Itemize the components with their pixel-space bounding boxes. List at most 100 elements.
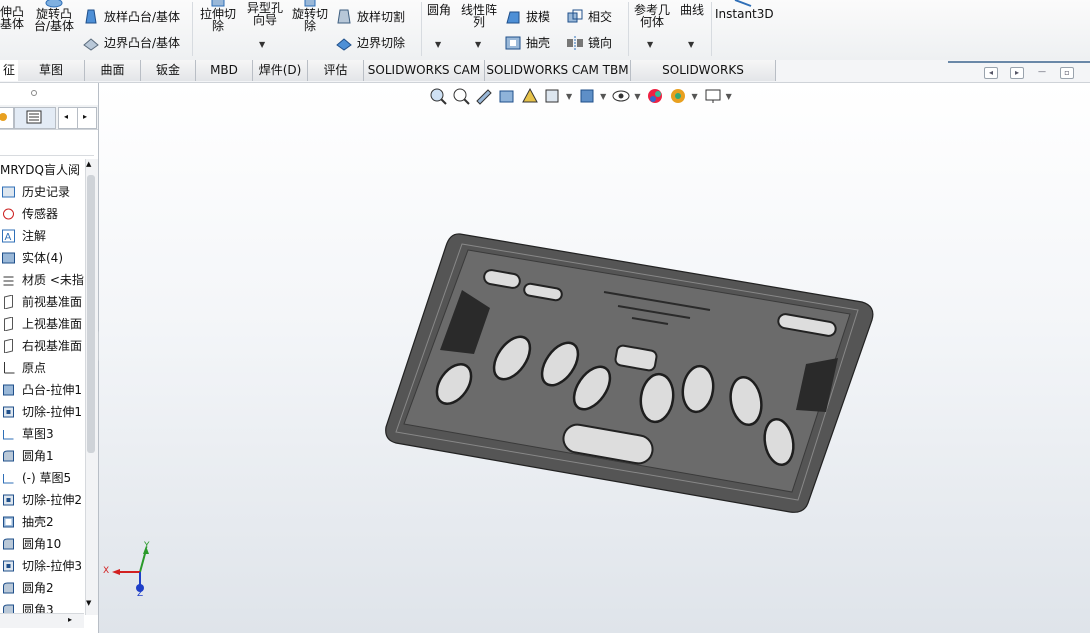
tab-features[interactable]: 征 <box>0 60 19 81</box>
tree-item-label: 草图3 <box>22 427 54 441</box>
ribbon-separator <box>711 2 712 56</box>
part-model[interactable] <box>99 83 1090 633</box>
tree-item[interactable]: 前视基准面 <box>0 291 84 313</box>
tree-item-label: 圆角1 <box>22 449 54 463</box>
apply-scene-dropdown-icon[interactable]: ▼ <box>691 92 697 101</box>
panel-splitter-dot-icon[interactable] <box>30 89 38 97</box>
lofted-cut-icon <box>337 9 351 23</box>
tab-sheet-metal[interactable]: 钣金 <box>141 60 196 81</box>
tree-item-label: (-) 草图5 <box>22 471 72 485</box>
shell-button[interactable]: 抽壳 <box>504 34 550 51</box>
revolved-boss-button[interactable]: 旋转凸 台/基体 <box>31 0 77 32</box>
tree-item[interactable]: 切除-拉伸3 <box>0 555 84 577</box>
tree-item-label: 圆角2 <box>22 581 54 595</box>
tree-item[interactable]: A 注解 <box>0 225 84 247</box>
feature-manager-tab[interactable] <box>0 107 14 129</box>
ribbon-separator <box>192 2 193 56</box>
hole-wizard-button[interactable]: 异型孔 向导 <box>243 2 287 26</box>
tree-horizontal-scrollbar[interactable]: ▸ <box>0 613 84 628</box>
tab-sketch[interactable]: 草图 <box>18 60 85 81</box>
graphics-area[interactable] <box>99 83 1090 633</box>
tree-item-label: 凸台-拉伸1 <box>22 383 82 397</box>
hide-show-dropdown-icon[interactable]: ▼ <box>634 92 640 101</box>
display-style-icon[interactable] <box>577 87 597 105</box>
draft-button[interactable]: 拔模 <box>504 8 550 25</box>
zoom-to-area-icon[interactable] <box>451 87 471 105</box>
previous-view-icon[interactable] <box>474 87 494 105</box>
tree-item[interactable]: 上视基准面 <box>0 313 84 335</box>
tab-solidworks-inspection[interactable]: SOLIDWORKS Inspection <box>631 60 776 98</box>
next-window-button[interactable]: ▸ <box>1010 67 1024 79</box>
sketch-icon <box>3 474 14 484</box>
tree-item[interactable]: 切除-拉伸1 <box>0 401 84 423</box>
boundary-boss-button[interactable]: 边界凸台/基体 <box>82 34 180 51</box>
sketch-icon <box>3 430 14 440</box>
reference-geometry-button[interactable]: 参考几 何体 <box>630 4 674 28</box>
linear-pattern-button[interactable]: 线性阵 列 <box>457 4 501 28</box>
lofted-cut-button[interactable]: 放样切割 <box>335 8 405 25</box>
tree-item[interactable]: 原点 <box>0 357 84 379</box>
tree-item[interactable]: 抽壳2 <box>0 511 84 533</box>
tree-item[interactable]: 切除-拉伸2 <box>0 489 84 511</box>
scroll-up-icon[interactable]: ▲ <box>86 160 91 168</box>
fillet-icon <box>3 538 14 550</box>
minimize-button[interactable]: — <box>1036 67 1048 77</box>
restore-button[interactable]: ▫ <box>1060 67 1074 79</box>
tree-item[interactable]: 实体(4) <box>0 247 84 269</box>
draft-icon <box>506 11 520 23</box>
tab-mbd[interactable]: MBD <box>196 60 253 81</box>
view-orientation-dropdown-icon[interactable]: ▼ <box>566 92 572 101</box>
tree-scroll-thumb[interactable] <box>87 175 95 453</box>
tab-solidworks-cam[interactable]: SOLIDWORKS CAM <box>364 60 485 81</box>
edit-appearance-icon[interactable] <box>645 87 665 105</box>
property-manager-tab[interactable] <box>14 107 56 129</box>
tree-item[interactable]: 圆角2 <box>0 577 84 599</box>
tree-item[interactable]: 圆角1 <box>0 445 84 467</box>
reference-geometry-dropdown-icon[interactable]: ▼ <box>647 40 653 49</box>
extruded-cut-button[interactable]: 拉伸切 除 <box>196 0 240 32</box>
boundary-cut-button[interactable]: 边界切除 <box>335 34 405 51</box>
curves-button[interactable]: 曲线 <box>677 4 707 16</box>
view-settings-icon[interactable] <box>703 87 723 105</box>
tree-item[interactable]: (-) 草图5 <box>0 467 84 489</box>
extruded-boss-button[interactable]: 伸凸 基体 <box>0 6 26 30</box>
tree-root[interactable]: MRYDQ盲人阅 <box>0 159 84 181</box>
tree-item[interactable]: 草图3 <box>0 423 84 445</box>
hide-show-items-icon[interactable] <box>611 87 631 105</box>
apply-scene-icon[interactable] <box>668 87 688 105</box>
filter-box[interactable] <box>0 133 94 156</box>
panel-scroll-right-button[interactable]: ▸ <box>77 107 97 129</box>
mirror-button[interactable]: 镜向 <box>566 34 612 51</box>
hole-wizard-dropdown-icon[interactable]: ▼ <box>259 40 265 49</box>
zoom-to-fit-icon[interactable] <box>428 87 448 105</box>
lofted-boss-button[interactable]: 放样凸台/基体 <box>82 8 180 25</box>
scroll-right-icon[interactable]: ▸ <box>68 615 72 624</box>
curves-dropdown-icon[interactable]: ▼ <box>688 40 694 49</box>
panel-scroll-left-button[interactable]: ◂ <box>58 107 78 129</box>
tree-item[interactable]: 材质 <未指 <box>0 269 84 291</box>
fillet-button[interactable]: 圆角 <box>424 4 454 16</box>
tree-item[interactable]: 传感器 <box>0 203 84 225</box>
fillet-dropdown-icon[interactable]: ▼ <box>435 40 441 49</box>
tree-item[interactable]: 右视基准面 <box>0 335 84 357</box>
tree-item[interactable]: 凸台-拉伸1 <box>0 379 84 401</box>
tab-surfaces[interactable]: 曲面 <box>85 60 141 81</box>
display-style-dropdown-icon[interactable]: ▼ <box>600 92 606 101</box>
tab-evaluate[interactable]: 评估 <box>308 60 364 81</box>
view-settings-dropdown-icon[interactable]: ▼ <box>726 92 732 101</box>
view-orientation-icon[interactable] <box>543 87 563 105</box>
svg-text:A: A <box>5 232 12 243</box>
instant3d-button[interactable]: Instant3D <box>715 0 774 20</box>
tree-item[interactable]: 圆角10 <box>0 533 84 555</box>
linear-pattern-dropdown-icon[interactable]: ▼ <box>475 40 481 49</box>
dynamic-annotation-icon[interactable] <box>520 87 540 105</box>
tree-item[interactable]: 历史记录 <box>0 181 84 203</box>
revolved-cut-button[interactable]: 旋转切 除 <box>289 0 331 32</box>
tab-solidworks-cam-tbm[interactable]: SOLIDWORKS CAM TBM <box>485 60 631 81</box>
tab-weldments[interactable]: 焊件(D) <box>253 60 308 81</box>
prev-window-button[interactable]: ◂ <box>984 67 998 79</box>
scroll-down-icon[interactable]: ▼ <box>86 599 91 607</box>
origin-icon <box>4 362 15 374</box>
section-view-icon[interactable] <box>497 87 517 105</box>
intersect-button[interactable]: 相交 <box>566 8 612 25</box>
